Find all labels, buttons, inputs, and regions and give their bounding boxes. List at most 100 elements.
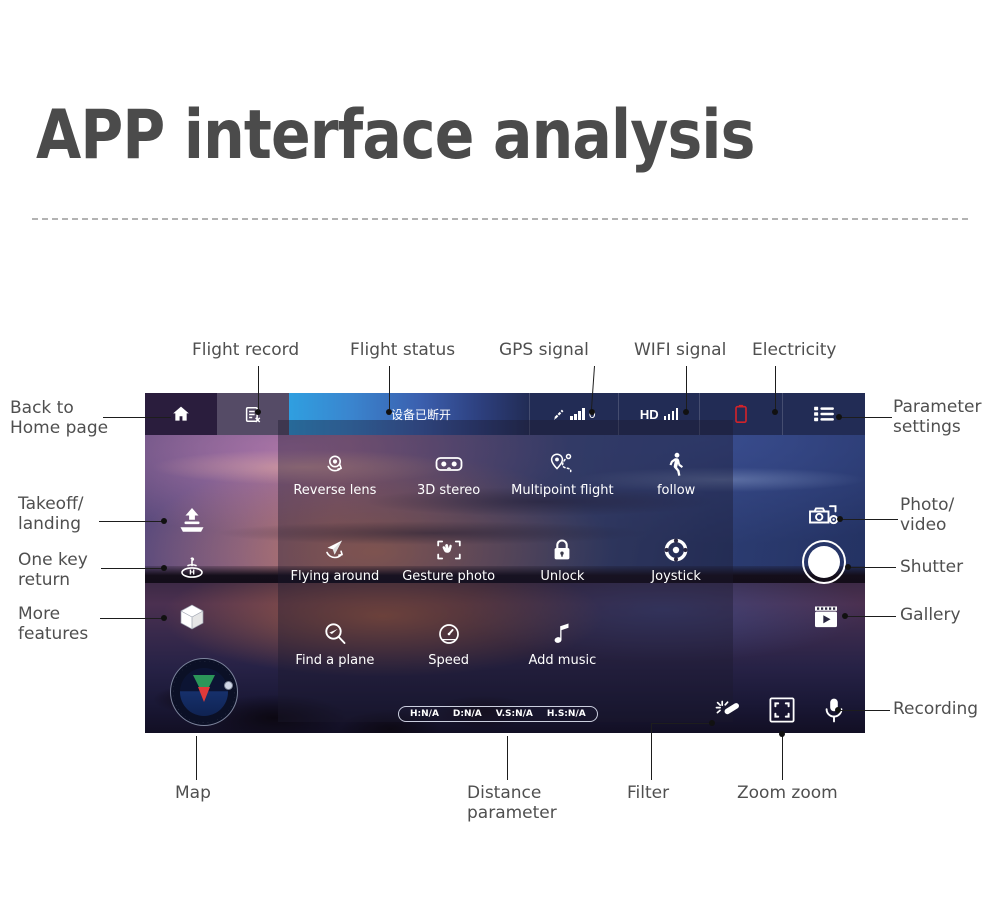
- leader-dot-shutter: [845, 564, 851, 570]
- leader-dot-electricity: [772, 409, 778, 415]
- leader-zoom-zoom: [782, 736, 784, 780]
- callout-zoom-zoom: Zoom zoom: [737, 783, 838, 803]
- callout-gps-signal: GPS signal: [499, 340, 589, 360]
- filter-button[interactable]: [715, 699, 741, 723]
- music-note-icon: [552, 622, 572, 646]
- svg-text:H: H: [189, 569, 195, 577]
- callout-filter: Filter: [627, 783, 670, 803]
- callout-shutter: Shutter: [900, 557, 964, 577]
- photo-video-toggle-button[interactable]: [807, 501, 841, 531]
- menu-item-add-music[interactable]: Add music: [506, 622, 620, 668]
- hand-frame-icon: [436, 538, 462, 562]
- callout-map: Map: [175, 783, 211, 803]
- shutter-button[interactable]: [802, 540, 846, 584]
- cube-icon: [178, 603, 206, 631]
- menu-item-speed[interactable]: Speed: [392, 622, 506, 668]
- menu-item-label: Speed: [428, 653, 469, 668]
- gallery-button[interactable]: [811, 603, 841, 631]
- compass-arrow-icon: [198, 687, 210, 703]
- leader-parameter-settings: [838, 417, 892, 419]
- leader-shutter: [848, 567, 896, 569]
- leader-dot-more-features: [161, 615, 167, 621]
- leader-dot-filter: [709, 720, 715, 726]
- takeoff-landing-button[interactable]: [175, 503, 209, 537]
- waypoint-pin-icon: [549, 452, 575, 476]
- leader-takeoff-landing: [99, 521, 164, 523]
- return-home-icon: H: [177, 554, 207, 580]
- menu-item-follow[interactable]: follow: [619, 452, 733, 498]
- leader-one-key-return: [101, 568, 164, 570]
- battery-icon: [734, 404, 748, 424]
- menu-item-reverse-lens[interactable]: Reverse lens: [278, 452, 392, 498]
- menu-item-find-a-plane[interactable]: Find a plane: [278, 622, 392, 668]
- leader-map: [196, 736, 198, 780]
- callout-gallery: Gallery: [900, 605, 961, 625]
- menu-item-label: Find a plane: [295, 653, 375, 668]
- leader-dot-recording: [835, 707, 841, 713]
- vr-goggles-icon: [435, 452, 463, 476]
- leader-dot-gps-signal: [589, 409, 595, 415]
- leader-dot-gallery: [842, 613, 848, 619]
- distance-vs: V.S:N/A: [495, 709, 533, 719]
- leader-flight-record-2: [258, 397, 260, 411]
- takeoff-landing-icon: [177, 506, 207, 534]
- menu-item-label: Reverse lens: [293, 483, 377, 498]
- menu-item-multipoint-flight[interactable]: Multipoint flight: [506, 452, 620, 498]
- callout-takeoff-landing: Takeoff/ landing: [18, 494, 84, 535]
- map-compass-widget[interactable]: [170, 658, 238, 726]
- leader-more-features: [100, 618, 164, 620]
- feature-menu-overlay: Reverse lens 3D stereo Multipoint flight…: [278, 420, 733, 722]
- speed-gauge-icon: [437, 622, 461, 646]
- leader-recording: [838, 710, 890, 712]
- leader-dot-photo-video: [837, 516, 843, 522]
- photo-video-toggle-icon: [808, 502, 840, 530]
- compass-marker: [224, 681, 233, 690]
- leader-photo-video: [840, 519, 898, 521]
- leader-dot-wifi-signal: [683, 409, 689, 415]
- parameter-settings-button[interactable]: [782, 393, 865, 435]
- leader-flight-status: [389, 366, 391, 411]
- menu-item-label: follow: [656, 483, 696, 498]
- menu-item-3d-stereo[interactable]: 3D stereo: [392, 452, 506, 498]
- list-menu-icon: [813, 405, 835, 423]
- leader-wifi-signal: [686, 366, 688, 411]
- home-button[interactable]: [145, 393, 217, 435]
- menu-item-joystick[interactable]: Joystick: [619, 538, 733, 584]
- leader-back-to-home: [103, 417, 171, 419]
- menu-item-label: Flying around: [290, 569, 380, 584]
- joystick-ring-icon: [664, 538, 688, 562]
- callout-one-key-return: One key return: [18, 550, 88, 591]
- leader-flight-record: [258, 366, 260, 397]
- leader-dot-zoom-zoom: [779, 731, 785, 737]
- distance-h: H:N/A: [410, 709, 439, 719]
- one-key-return-button[interactable]: H: [175, 550, 209, 584]
- menu-item-unlock[interactable]: Unlock: [506, 538, 620, 584]
- menu-item-gesture-photo[interactable]: Gesture photo: [392, 538, 506, 584]
- zoom-button[interactable]: [769, 697, 795, 723]
- callout-photo-video: Photo/ video: [900, 495, 955, 536]
- callout-distance-parameter: Distance parameter: [467, 783, 557, 824]
- reverse-lens-icon: [323, 452, 347, 476]
- callout-more-features: More features: [18, 604, 89, 645]
- divider: [32, 218, 968, 220]
- menu-item-flying-around[interactable]: Flying around: [278, 538, 392, 584]
- leader-filter: [651, 736, 653, 780]
- menu-item-empty: [619, 622, 733, 668]
- magnifier-plane-icon: [323, 622, 347, 646]
- leader-electricity: [775, 366, 777, 411]
- leader-gallery: [845, 616, 896, 618]
- menu-item-label: Multipoint flight: [511, 483, 614, 498]
- more-features-button[interactable]: [175, 600, 209, 634]
- shutter-button-icon: [808, 546, 840, 578]
- leader-dot-takeoff-landing: [161, 518, 167, 524]
- satellite-icon: [552, 407, 566, 421]
- feature-menu-row-3: Find a plane Speed Add music: [278, 622, 733, 668]
- callout-flight-record: Flight record: [192, 340, 300, 360]
- menu-item-label: 3D stereo: [416, 483, 481, 498]
- compass-face: [180, 668, 228, 716]
- gallery-film-icon: [811, 603, 841, 631]
- menu-item-label: Gesture photo: [402, 569, 496, 584]
- gps-signal-bars-icon: [570, 408, 585, 420]
- leader-dot-parameter-settings: [836, 414, 842, 420]
- app-screenshot: 设备已断开 0 HD: [145, 393, 865, 733]
